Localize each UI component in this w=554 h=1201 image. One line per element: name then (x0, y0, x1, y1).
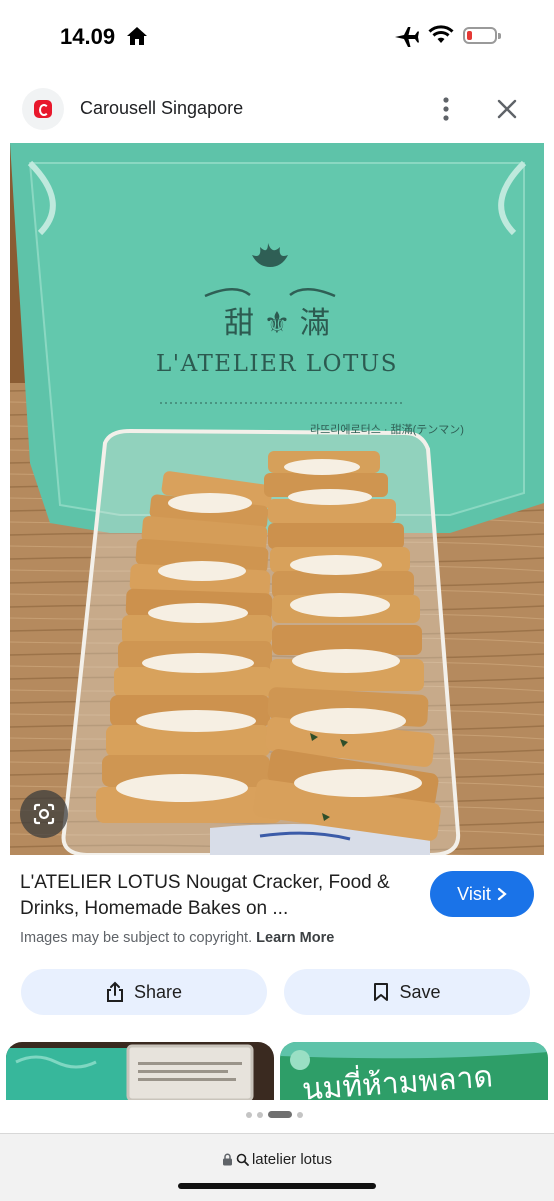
home-icon (127, 27, 147, 45)
carousell-logo-icon (22, 88, 64, 130)
learn-more-link[interactable]: Learn More (256, 930, 334, 946)
box-brand-chinese: 甜 ⚜ 滿 (224, 306, 330, 341)
visit-label: Visit (457, 883, 491, 904)
box-brand-name: L'ATELIER LOTUS (156, 351, 398, 377)
battery-icon (463, 27, 501, 44)
bookmark-icon (374, 983, 389, 1001)
pager-dot[interactable] (257, 1111, 263, 1118)
source-header: Carousell Singapore (0, 82, 554, 138)
product-photo-illustration (10, 143, 544, 855)
visit-button[interactable]: Visit (430, 871, 534, 917)
site-name[interactable]: Carousell Singapore (80, 98, 243, 119)
share-icon (106, 981, 123, 1002)
lens-icon (33, 803, 55, 825)
url-text: latelier lotus (251, 1151, 333, 1168)
google-lens-button[interactable] (20, 790, 68, 838)
save-button[interactable]: Save (284, 969, 530, 1015)
copyright-notice: Images may be subject to copyright. Lear… (20, 930, 334, 946)
carousel-pager (246, 1111, 303, 1118)
copyright-text: Images may be subject to copyright. (20, 930, 253, 946)
pager-dot[interactable] (246, 1111, 252, 1118)
wifi-icon (428, 25, 454, 43)
close-icon[interactable] (496, 98, 518, 120)
pager-dot[interactable] (297, 1111, 303, 1118)
search-icon (236, 1153, 249, 1166)
share-label: Share (133, 981, 183, 1002)
box-subtext: 라뜨리에로터스 · 甜滿(テンマン) (310, 424, 464, 436)
related-image-2[interactable]: นมที่ห้ามพลาด (280, 1042, 548, 1100)
lock-icon (222, 1153, 232, 1166)
more-options-icon[interactable] (436, 96, 456, 122)
related-image-1[interactable] (6, 1042, 274, 1100)
result-title[interactable]: L'ATELIER LOTUS Nougat Cracker, Food & D… (20, 870, 420, 922)
status-bar: 14.09 (0, 0, 554, 72)
clock: 14.09 (60, 24, 116, 49)
share-button[interactable]: Share (21, 969, 267, 1015)
chevron-right-icon (497, 887, 507, 901)
pager-dot-active[interactable] (268, 1111, 292, 1118)
product-image[interactable]: 甜 ⚜ 滿 L'ATELIER LOTUS 라뜨리에로터스 · 甜滿(テンマン) (10, 143, 544, 855)
browser-bottom-bar: latelier lotus (0, 1133, 554, 1201)
related-image-1-illustration (6, 1042, 274, 1100)
save-label: Save (399, 981, 441, 1002)
airplane-icon (395, 27, 419, 47)
address-bar[interactable]: latelier lotus (0, 1151, 554, 1168)
home-indicator[interactable] (178, 1183, 376, 1189)
